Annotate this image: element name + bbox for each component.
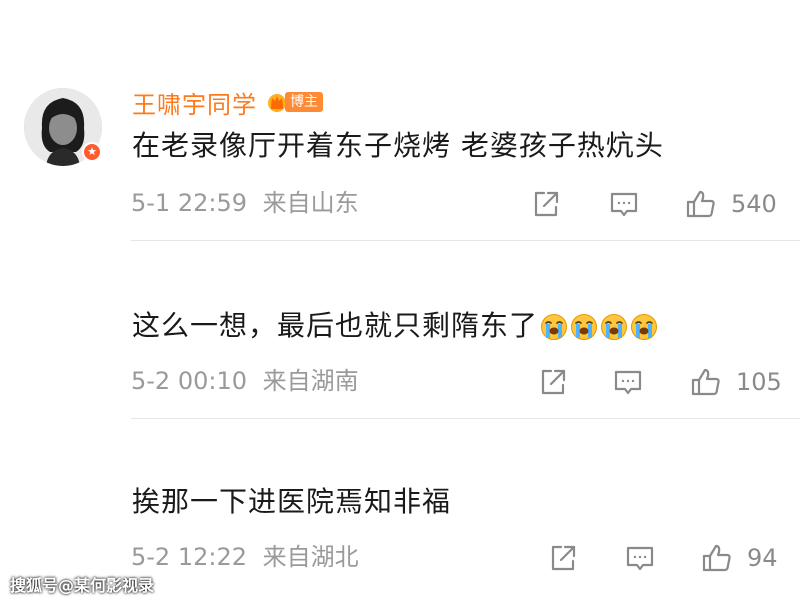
- comment-actions: 540: [0, 184, 800, 224]
- share-icon[interactable]: [537, 366, 569, 398]
- like-count: 540: [731, 190, 777, 218]
- comment-icon[interactable]: [612, 366, 644, 398]
- comment-text-body: 这么一想，最后也就只剩隋东了: [132, 309, 539, 342]
- loudly-crying-face-icon: [571, 314, 598, 340]
- loudly-crying-face-icon: [631, 314, 658, 340]
- comment-icon[interactable]: [608, 188, 640, 220]
- divider: [131, 240, 800, 241]
- avatar[interactable]: ★: [24, 88, 102, 166]
- blogger-badge: 博主: [265, 90, 323, 114]
- verified-icon: ★: [82, 142, 102, 162]
- loudly-crying-face-icon: [541, 314, 568, 340]
- like-icon[interactable]: [690, 366, 722, 398]
- like-icon[interactable]: [685, 188, 717, 220]
- blogger-tag: 博主: [285, 92, 323, 112]
- comment-header: 王啸宇同学 博主: [132, 84, 323, 120]
- username[interactable]: 王啸宇同学: [132, 85, 257, 120]
- share-icon[interactable]: [530, 188, 562, 220]
- comment-text: 在老录像厅开着东子烧烤 老婆孩子热炕头: [132, 129, 664, 162]
- watermark: 搜狐号@某何影视录: [10, 576, 155, 595]
- like-icon[interactable]: [701, 542, 733, 574]
- share-icon[interactable]: [547, 542, 579, 574]
- comment-text: 这么一想，最后也就只剩隋东了: [132, 306, 658, 346]
- comment-actions: 105: [0, 362, 800, 402]
- like-count: 94: [747, 544, 778, 572]
- comment-icon[interactable]: [624, 542, 656, 574]
- loudly-crying-face-icon: [601, 314, 628, 340]
- like-count: 105: [736, 368, 782, 396]
- divider: [131, 418, 800, 419]
- comment-text: 挨那一下进医院焉知非福: [132, 485, 452, 518]
- emoji-group: [540, 313, 658, 341]
